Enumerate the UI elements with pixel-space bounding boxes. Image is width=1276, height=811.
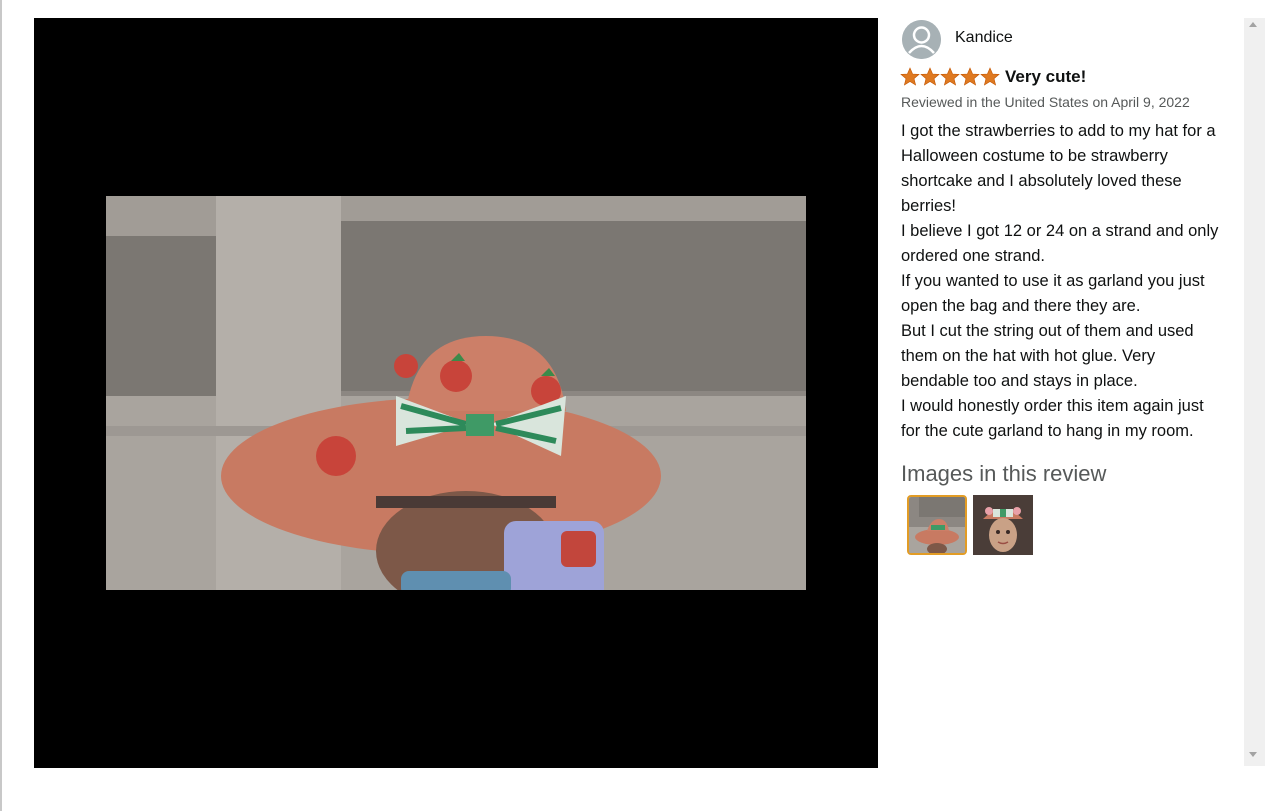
review-body-line: shortcake and I absolutely loved these	[901, 172, 1182, 190]
review-side-panel: Kandice Very cute! Reviewed in the Unite…	[878, 18, 1244, 768]
thumbnail-image	[909, 497, 965, 553]
star-icon	[900, 67, 920, 86]
person-icon	[902, 20, 941, 59]
review-body-line: berries!	[901, 197, 957, 215]
review-photo-large[interactable]	[106, 196, 806, 590]
review-image-thumbnail-selected[interactable]	[907, 495, 967, 555]
thumbnail-image	[973, 495, 1033, 555]
review-body: I got the strawberries to add to my hat …	[901, 119, 1243, 444]
review-body-line: But I cut the string out of them and use…	[901, 322, 1194, 340]
page-left-edge	[0, 0, 2, 811]
star-icon	[960, 67, 980, 86]
avatar[interactable]	[902, 20, 941, 59]
review-body-line: them on the hat with hot glue. Very	[901, 347, 1156, 365]
review-image-thumbnail[interactable]	[973, 495, 1033, 555]
scrollbar[interactable]	[1244, 18, 1265, 766]
star-icon	[980, 67, 1000, 86]
review-body-line: open the bag and there they are.	[901, 297, 1141, 315]
scroll-up-arrow-icon[interactable]	[1249, 22, 1257, 27]
review-body-line: I got the strawberries to add to my hat …	[901, 122, 1216, 140]
image-viewer	[34, 18, 878, 768]
images-heading: Images in this review	[901, 461, 1107, 486]
reviewer-name[interactable]: Kandice	[955, 29, 1013, 47]
review-body-line: for the cute garland to hang in my room.	[901, 422, 1194, 440]
review-date: Reviewed in the United States on April 9…	[901, 94, 1190, 110]
review-body-line: ordered one strand.	[901, 247, 1046, 265]
review-title: Very cute!	[1005, 67, 1087, 86]
star-rating[interactable]	[900, 67, 1000, 87]
star-icon	[920, 67, 940, 86]
review-body-line: I believe I got 12 or 24 on a strand and…	[901, 222, 1219, 240]
review-body-line: bendable too and stays in place.	[901, 372, 1138, 390]
scroll-down-arrow-icon[interactable]	[1249, 752, 1257, 757]
review-body-line: I would honestly order this item again j…	[901, 397, 1204, 415]
star-icon	[940, 67, 960, 86]
review-body-line: Halloween costume to be strawberry	[901, 147, 1168, 165]
review-body-line: If you wanted to use it as garland you j…	[901, 272, 1205, 290]
review-photo-image	[106, 196, 806, 590]
